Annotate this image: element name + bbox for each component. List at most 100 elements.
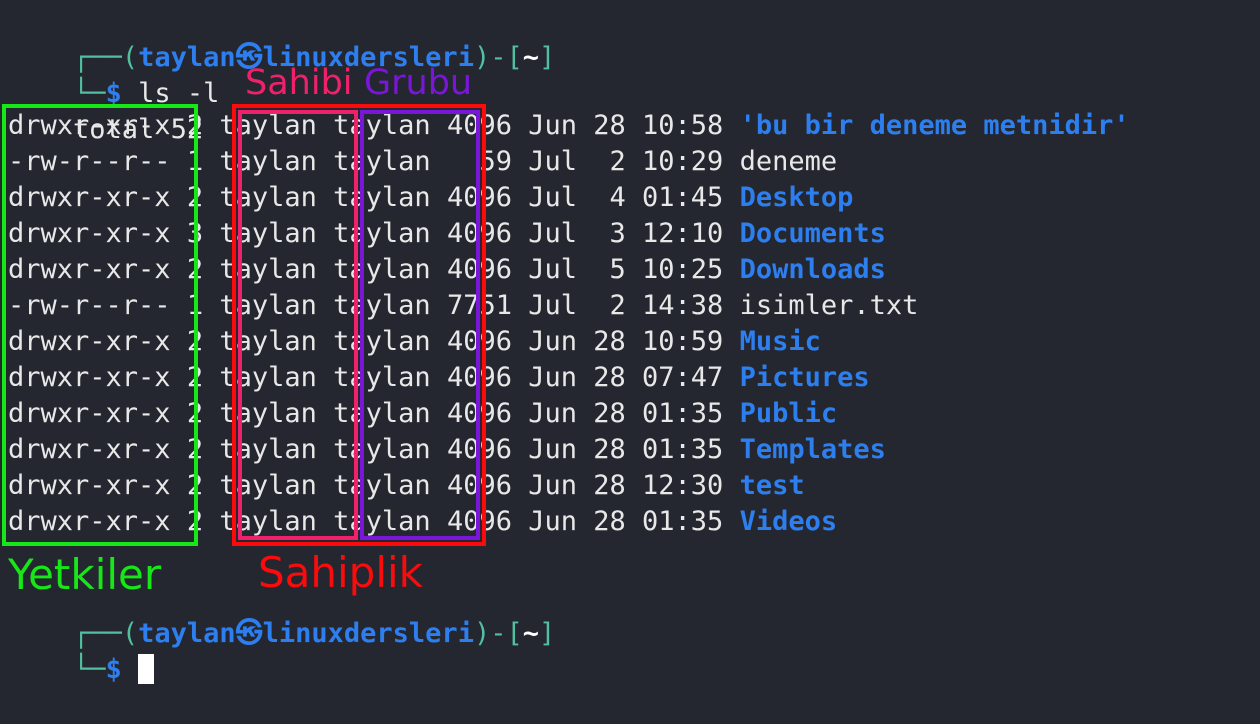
file-row: -rw-r--r-- 1 taylan taylan 59 Jul 2 10:2… <box>8 144 837 180</box>
file-name: test <box>739 470 805 501</box>
file-link-count: 1 <box>170 290 220 321</box>
prompt-line-top-2: ┌──(taylan㉿linuxdersleri)-[~] <box>8 580 555 649</box>
file-owner: taylan <box>219 434 317 465</box>
file-size: 4096 <box>430 506 512 537</box>
file-owner: taylan <box>219 470 317 501</box>
file-row: drwxr-xr-x 2 taylan taylan 4096 Jul 4 01… <box>8 180 853 216</box>
file-owner: taylan <box>219 218 317 249</box>
file-name: Documents <box>739 218 886 249</box>
file-size: 4096 <box>430 326 512 357</box>
file-group: taylan <box>333 110 431 141</box>
prompt-path-2: ~ <box>522 618 540 649</box>
file-permissions: drwxr-xr-x <box>8 470 171 501</box>
file-link-count: 2 <box>170 434 220 465</box>
file-date: Jun 28 10:59 <box>511 326 740 357</box>
file-size: 59 <box>430 146 512 177</box>
prompt-dash-2: - <box>490 618 507 649</box>
command-line[interactable]: └─$ ls -l <box>8 40 219 109</box>
prompt-dollar-2: $ <box>105 654 122 685</box>
file-date: Jul 5 10:25 <box>511 254 740 285</box>
text-cursor[interactable] <box>138 654 155 684</box>
file-owner: taylan <box>219 362 317 393</box>
prompt-close-bracket-2: ] <box>539 618 556 649</box>
file-owner: taylan <box>219 254 317 285</box>
file-name: deneme <box>739 146 838 177</box>
file-permissions: drwxr-xr-x <box>8 110 171 141</box>
file-row: drwxr-xr-x 2 taylan taylan 4096 Jun 28 1… <box>8 108 1130 144</box>
file-link-count: 3 <box>170 218 220 249</box>
file-date: Jul 3 12:10 <box>511 218 740 249</box>
file-row: drwxr-xr-x 2 taylan taylan 4096 Jul 5 10… <box>8 252 886 288</box>
prompt-close-bracket: ] <box>539 42 556 73</box>
file-name: Music <box>739 326 821 357</box>
file-group: taylan <box>333 146 431 177</box>
file-owner: taylan <box>219 290 317 321</box>
prompt-open-bracket-2: [ <box>506 618 523 649</box>
file-link-count: 2 <box>170 398 220 429</box>
file-permissions: drwxr-xr-x <box>8 362 171 393</box>
prompt-hostname: linuxdersleri <box>262 42 474 73</box>
file-group: taylan <box>333 362 431 393</box>
file-permissions: drwxr-xr-x <box>8 218 171 249</box>
file-date: Jun 28 07:47 <box>511 362 740 393</box>
prompt-dash: - <box>490 42 507 73</box>
kali-dragon-icon: ㉿ <box>235 42 263 73</box>
file-row: drwxr-xr-x 2 taylan taylan 4096 Jun 28 0… <box>8 396 837 432</box>
total-line: total 52 <box>8 76 203 145</box>
file-group: taylan <box>333 470 431 501</box>
file-date: Jun 28 01:35 <box>511 398 740 429</box>
file-date: Jun 28 12:30 <box>511 470 740 501</box>
file-link-count: 2 <box>170 470 220 501</box>
file-size: 4096 <box>430 398 512 429</box>
file-date: Jul 2 14:38 <box>511 290 740 321</box>
file-size: 4096 <box>430 110 512 141</box>
file-row: drwxr-xr-x 2 taylan taylan 4096 Jun 28 1… <box>8 468 805 504</box>
file-permissions: drwxr-xr-x <box>8 326 171 357</box>
file-size: 4096 <box>430 254 512 285</box>
file-group: taylan <box>333 290 431 321</box>
prompt-close-paren: ) <box>473 42 491 73</box>
file-row: drwxr-xr-x 3 taylan taylan 4096 Jul 3 12… <box>8 216 886 252</box>
file-group: taylan <box>333 326 431 357</box>
file-name: 'bu bir deneme metnidir' <box>739 110 1130 141</box>
prompt-close-paren-2: ) <box>473 618 491 649</box>
file-date: Jul 2 10:29 <box>511 146 740 177</box>
file-date: Jun 28 01:35 <box>511 506 740 537</box>
file-permissions: -rw-r--r-- <box>8 146 171 177</box>
file-row: drwxr-xr-x 2 taylan taylan 4096 Jun 28 1… <box>8 324 821 360</box>
file-group: taylan <box>333 506 431 537</box>
file-name: Desktop <box>739 182 854 213</box>
file-link-count: 2 <box>170 182 220 213</box>
file-name: Public <box>739 398 838 429</box>
file-row: drwxr-xr-x 2 taylan taylan 4096 Jun 28 0… <box>8 504 837 540</box>
file-owner: taylan <box>219 182 317 213</box>
file-size: 4096 <box>430 218 512 249</box>
input-line[interactable]: └─$ <box>8 616 155 685</box>
terminal-output: ┌──(taylan㉿linuxdersleri)-[~] └─$ ls -l … <box>0 0 1260 685</box>
prompt-path: ~ <box>522 42 540 73</box>
file-group: taylan <box>333 218 431 249</box>
file-owner: taylan <box>219 146 317 177</box>
file-link-count: 2 <box>170 326 220 357</box>
file-owner: taylan <box>219 506 317 537</box>
file-size: 7751 <box>430 290 512 321</box>
file-row: drwxr-xr-x 2 taylan taylan 4096 Jun 28 0… <box>8 360 870 396</box>
file-link-count: 2 <box>170 362 220 393</box>
kali-dragon-icon-2: ㉿ <box>235 618 263 649</box>
file-name: Templates <box>739 434 886 465</box>
file-name: Downloads <box>739 254 886 285</box>
file-permissions: -rw-r--r-- <box>8 290 171 321</box>
prompt-open-bracket: [ <box>506 42 523 73</box>
file-owner: taylan <box>219 110 317 141</box>
file-group: taylan <box>333 182 431 213</box>
prompt-frame-bottom-icon-2: └─ <box>73 654 106 685</box>
